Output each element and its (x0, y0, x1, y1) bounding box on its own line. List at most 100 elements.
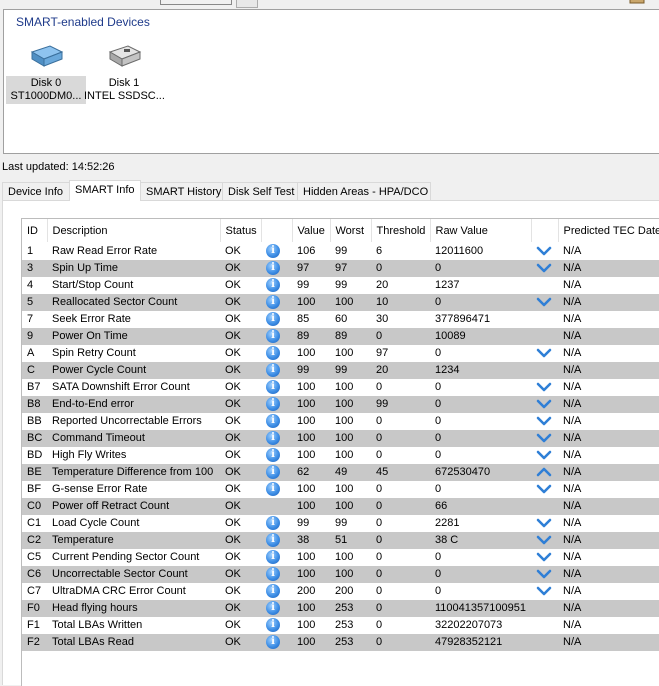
table-row[interactable]: BB Reported Uncorrectable Errors OK i 100 100… (22, 413, 659, 430)
table-row[interactable]: C1 Load Cycle Count OK i 99 99 0 2281 N/A (22, 515, 659, 532)
info-icon[interactable]: i (266, 346, 280, 361)
table-row[interactable]: B8 End-to-End error OK i 100 100 99 0 N/A (22, 396, 659, 413)
table-row[interactable]: C6 Uncorrectable Sector Count OK i 100 100 0 0 N… (22, 566, 659, 583)
info-icon[interactable]: i (266, 431, 280, 446)
tab-device-info[interactable]: Device Info (2, 182, 70, 200)
info-icon[interactable]: i (266, 329, 280, 344)
disk-1-item[interactable]: Disk 1 INTEL SSDSC... (84, 38, 164, 104)
cell-worst: 99 (330, 362, 371, 379)
info-icon[interactable]: i (266, 448, 280, 463)
tab-smart-info[interactable]: SMART Info (69, 180, 141, 201)
col-threshold[interactable]: Threshold (371, 219, 431, 243)
col-worst[interactable]: Worst (330, 219, 372, 243)
info-icon[interactable]: i (266, 584, 280, 599)
cell-trend (531, 634, 558, 651)
table-row[interactable]: BE Temperature Difference from 100 OK i 62 49… (22, 464, 659, 481)
info-icon[interactable]: i (266, 550, 280, 565)
table-row[interactable]: BF G-sense Error Rate OK i 100 100 0 0 N/A (22, 481, 659, 498)
cell-threshold: 0 (371, 566, 430, 583)
cell-threshold: 99 (371, 396, 430, 413)
cell-info: i (261, 532, 292, 549)
cell-value: 99 (297, 517, 310, 529)
cell-info: i (261, 515, 292, 532)
table-row[interactable]: 5 Reallocated Sector Count OK i 100 100 10 0 N/A (22, 294, 659, 311)
cell-raw-value: 0 (430, 566, 531, 583)
table-row[interactable]: 3 Spin Up Time OK i 97 97 0 0 N/A (22, 260, 659, 277)
cell-status: OK (225, 381, 241, 393)
cell-id: C0 (22, 498, 47, 515)
cell-raw-value: 32202207073 (435, 619, 503, 631)
cell-raw-value: 10089 (430, 328, 531, 345)
cell-description: Temperature Difference from 100 (47, 464, 220, 481)
cell-predicted-tec: N/A (563, 313, 582, 325)
info-icon[interactable]: i (266, 516, 280, 531)
table-row[interactable]: C5 Current Pending Sector Count OK i 100 100 0… (22, 549, 659, 566)
cell-raw-value: 0 (435, 347, 442, 359)
table-row[interactable]: F2 Total LBAs Read OK i 100 253 0 47928352121 N/… (22, 634, 659, 651)
info-icon[interactable]: i (266, 380, 280, 395)
cell-value: 100 (292, 566, 330, 583)
info-icon[interactable]: i (266, 397, 280, 412)
cell-value: 100 (292, 396, 330, 413)
col-status[interactable]: Status (220, 219, 262, 243)
col-value[interactable]: Value (292, 219, 331, 243)
cell-info: i (261, 243, 292, 261)
info-icon[interactable]: i (266, 414, 280, 429)
cell-predicted-tec: N/A (558, 430, 659, 447)
info-icon[interactable]: i (266, 278, 280, 293)
info-icon[interactable]: i (266, 465, 280, 480)
cell-info: i (261, 583, 292, 600)
toolbar-field-edge (160, 0, 232, 5)
table-row[interactable]: C2 Temperature OK i 38 51 0 38 C N/A (22, 532, 659, 549)
disk-0-item[interactable]: Disk 0 ST1000DM0... (6, 38, 86, 104)
tool-icon[interactable] (628, 0, 648, 6)
cell-value: 100 (297, 347, 316, 359)
col-predicted-tec[interactable]: Predicted TEC Date (558, 219, 659, 243)
table-row[interactable]: 1 Raw Read Error Rate OK i 106 99 6 12011600 N/A (22, 243, 659, 261)
cell-status: OK (225, 619, 241, 631)
table-row[interactable]: BD High Fly Writes OK i 100 100 0 0 N/A (22, 447, 659, 464)
chevron-down-icon (536, 382, 552, 392)
cell-predicted-tec: N/A (563, 551, 582, 563)
table-row[interactable]: B7 SATA Downshift Error Count OK i 100 100 0 0 N… (22, 379, 659, 396)
info-icon[interactable]: i (266, 295, 280, 310)
cell-id: F1 (27, 619, 40, 631)
info-icon[interactable]: i (266, 618, 280, 633)
table-row[interactable]: C7 UltraDMA CRC Error Count OK i 200 200 0 0 N/A (22, 583, 659, 600)
cell-status: OK (220, 260, 261, 277)
table-row[interactable]: 9 Power On Time OK i 89 89 0 10089 N/A (22, 328, 659, 345)
col-id[interactable]: ID (22, 219, 48, 243)
info-icon[interactable]: i (266, 244, 280, 259)
info-icon[interactable]: i (266, 261, 280, 276)
table-row[interactable]: F0 Head flying hours OK i 100 253 0 11004135710… (22, 600, 659, 617)
tab-smart-history[interactable]: SMART History (140, 182, 223, 200)
info-icon[interactable]: i (266, 482, 280, 497)
col-trend[interactable] (531, 219, 559, 243)
smart-attributes-list[interactable]: ID Description Status Value Worst Thresh… (21, 218, 659, 686)
table-row[interactable]: A Spin Retry Count OK i 100 100 97 0 N/A (22, 345, 659, 362)
info-icon[interactable]: i (266, 312, 280, 327)
table-row[interactable]: C0 Power off Retract Count OK 100 100 0 66 N/A (22, 498, 659, 515)
info-icon[interactable]: i (266, 363, 280, 378)
info-icon[interactable]: i (266, 533, 280, 548)
cell-worst: 99 (335, 517, 348, 529)
tab-hidden-areas[interactable]: Hidden Areas - HPA/DCO (297, 182, 431, 200)
chevron-down-icon (536, 263, 552, 273)
cell-predicted-tec: N/A (558, 532, 659, 549)
col-raw-value[interactable]: Raw Value (430, 219, 532, 243)
table-row[interactable]: C Power Cycle Count OK i 99 99 20 1234 N/A (22, 362, 659, 379)
info-icon[interactable]: i (266, 567, 280, 582)
cell-raw-value: 1237 (435, 279, 460, 291)
info-icon[interactable]: i (266, 635, 280, 650)
toolbar-button-edge[interactable] (236, 0, 258, 8)
table-row[interactable]: 7 Seek Error Rate OK i 85 60 30 377896471 N/A (22, 311, 659, 328)
table-row[interactable]: BC Command Timeout OK i 100 100 0 0 N/A (22, 430, 659, 447)
table-row[interactable]: F1 Total LBAs Written OK i 100 253 0 3220220707… (22, 617, 659, 634)
tab-disk-self-test[interactable]: Disk Self Test (222, 182, 298, 200)
col-info[interactable] (261, 219, 293, 243)
cell-worst: 200 (335, 585, 354, 597)
cell-worst: 253 (335, 619, 354, 631)
col-description[interactable]: Description (47, 219, 221, 243)
info-icon[interactable]: i (266, 601, 280, 616)
table-row[interactable]: 4 Start/Stop Count OK i 99 99 20 1237 N/A (22, 277, 659, 294)
